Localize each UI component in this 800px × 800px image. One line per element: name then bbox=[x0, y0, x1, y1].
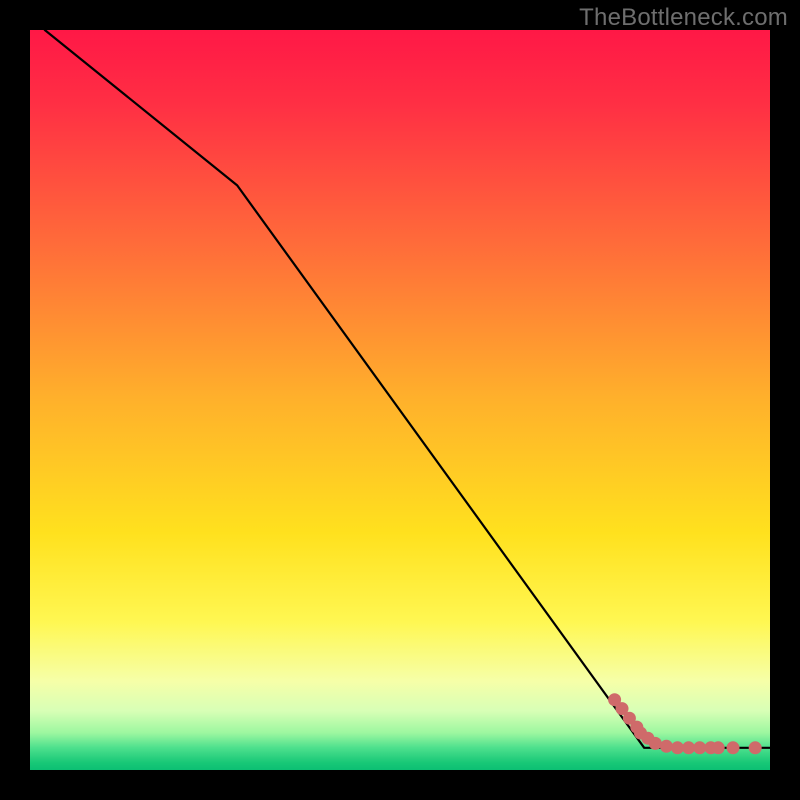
data-marker bbox=[682, 741, 695, 754]
chart-frame: TheBottleneck.com bbox=[0, 0, 800, 800]
data-marker bbox=[712, 741, 725, 754]
chart-overlay bbox=[30, 30, 770, 770]
plot-area bbox=[30, 30, 770, 770]
data-marker bbox=[727, 741, 740, 754]
data-marker bbox=[749, 741, 762, 754]
watermark-text: TheBottleneck.com bbox=[579, 4, 788, 32]
data-marker bbox=[649, 737, 662, 750]
bottleneck-curve bbox=[45, 30, 770, 748]
data-marker bbox=[671, 741, 684, 754]
data-marker bbox=[693, 741, 706, 754]
data-marker bbox=[660, 740, 673, 753]
bottleneck-markers bbox=[608, 693, 762, 754]
curve-path bbox=[45, 30, 770, 748]
